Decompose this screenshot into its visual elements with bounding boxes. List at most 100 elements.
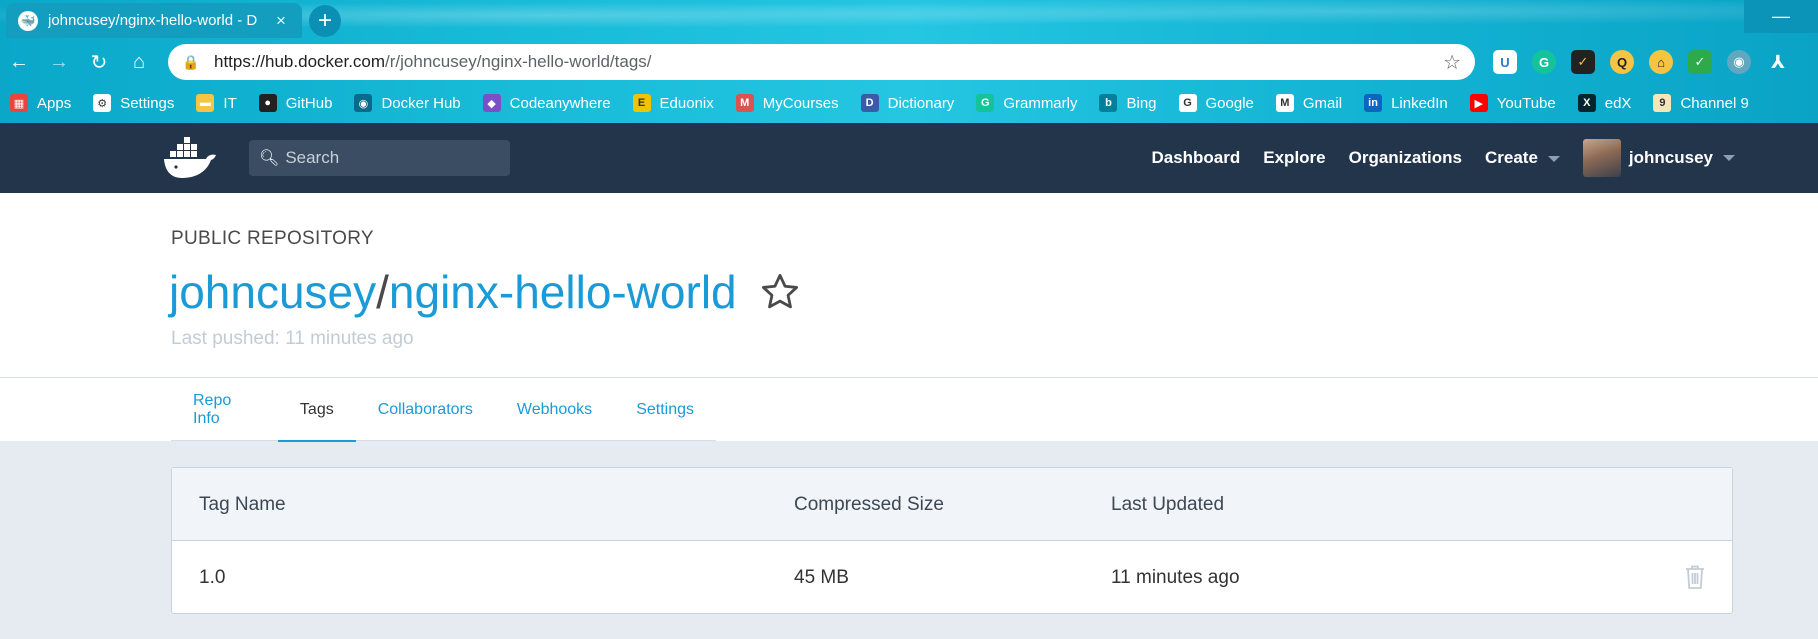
- bookmark-item[interactable]: ◉ Docker Hub: [354, 94, 461, 112]
- browser-tab-active[interactable]: 🐳 johncusey/nginx-hello-world - D ×: [6, 3, 302, 38]
- bing-icon: b: [1099, 94, 1118, 112]
- nav-organizations-link[interactable]: Organizations: [1349, 148, 1462, 168]
- bookmark-label: YouTube: [1496, 94, 1556, 112]
- bookmark-item[interactable]: G Google: [1178, 94, 1254, 112]
- tab-close-icon[interactable]: ×: [272, 11, 290, 31]
- star-icon[interactable]: [759, 271, 801, 313]
- repository-tabs-bar: Repo Info Tags Collaborators Webhooks Se…: [0, 378, 1818, 442]
- eduonix-icon: E: [632, 94, 651, 112]
- bookmark-item[interactable]: D Dictionary: [860, 94, 955, 112]
- gear-icon: ⚙: [93, 94, 112, 112]
- docker-favicon-icon: 🐳: [18, 10, 38, 31]
- search-icon: 🔍︎: [259, 150, 280, 167]
- chevron-down-icon: [1723, 155, 1735, 161]
- apps-grid-icon: ▦: [10, 94, 28, 112]
- search-input[interactable]: 🔍︎ Search: [249, 140, 510, 176]
- bookmark-label: LinkedIn: [1391, 94, 1448, 112]
- bookmark-item[interactable]: ▦ Apps: [10, 94, 71, 112]
- magnifier-extension-icon[interactable]: Q: [1610, 50, 1634, 74]
- bookmark-item[interactable]: b Bing: [1099, 94, 1157, 112]
- extension-u-icon[interactable]: U: [1493, 50, 1517, 74]
- home-icon[interactable]: ⌂: [125, 48, 153, 76]
- table-header-row: Tag Name Compressed Size Last Updated: [172, 468, 1732, 541]
- tab-title: johncusey/nginx-hello-world - D: [48, 12, 258, 29]
- bookmark-item[interactable]: ▬ IT: [196, 94, 237, 112]
- repository-visibility-label: PUBLIC REPOSITORY: [171, 228, 374, 249]
- avatar: [1582, 139, 1621, 177]
- repo-name-separator: /: [376, 266, 389, 318]
- tab-collaborators[interactable]: Collaborators: [356, 378, 495, 441]
- docker-icon: ◉: [354, 94, 373, 112]
- bookmark-label: Settings: [120, 94, 175, 112]
- tag-name-cell: 1.0: [199, 566, 226, 588]
- username-label: johncusey: [1628, 148, 1713, 167]
- bookmark-item[interactable]: M Gmail: [1275, 94, 1342, 112]
- tab-settings[interactable]: Settings: [614, 378, 716, 441]
- youtube-icon: ▶: [1469, 94, 1488, 112]
- bookmark-item[interactable]: in LinkedIn: [1364, 94, 1448, 112]
- channel9-icon: 9: [1653, 94, 1672, 112]
- nav-create-dropdown[interactable]: Create: [1485, 148, 1560, 168]
- todo-extension-icon[interactable]: ✓: [1571, 50, 1595, 74]
- bookmark-item[interactable]: ▶ YouTube: [1469, 94, 1556, 112]
- tab-tags[interactable]: Tags: [277, 378, 356, 442]
- tab-webhooks[interactable]: Webhooks: [495, 378, 614, 441]
- url-path: /r/johncusey/nginx-hello-world/tags/: [385, 52, 652, 71]
- pdf-extension-icon[interactable]: ⅄: [1766, 50, 1790, 74]
- linkedin-icon: in: [1364, 94, 1383, 112]
- column-header-compressed-size: Compressed Size: [794, 493, 944, 515]
- cube-icon: ◆: [482, 94, 501, 112]
- home-extension-icon[interactable]: ⌂: [1649, 50, 1673, 74]
- bookmark-star-icon[interactable]: ☆: [1443, 50, 1461, 75]
- forward-arrow-icon[interactable]: →: [45, 48, 73, 76]
- bookmark-label: Dictionary: [887, 94, 955, 112]
- github-extension-icon[interactable]: ◉: [1727, 50, 1751, 74]
- page-title: johncusey / nginx-hello-world: [169, 265, 801, 319]
- column-header-tag-name: Tag Name: [199, 493, 286, 515]
- nav-create-label: Create: [1484, 148, 1538, 167]
- trash-icon[interactable]: [1684, 564, 1706, 590]
- grammarly-extension-icon[interactable]: G: [1532, 50, 1556, 74]
- compressed-size-cell: 45 MB: [794, 566, 849, 588]
- bookmark-label: Google: [1205, 94, 1254, 112]
- repository-tabs: Repo Info Tags Collaborators Webhooks Se…: [171, 378, 716, 442]
- nav-dashboard-link[interactable]: Dashboard: [1151, 148, 1240, 168]
- last-updated-cell: 11 minutes ago: [1111, 566, 1240, 588]
- bookmark-label: Docker Hub: [381, 94, 461, 112]
- google-icon: G: [1178, 94, 1197, 112]
- bookmark-item[interactable]: XedX: [1577, 94, 1631, 112]
- bookmark-item[interactable]: ● GitHub: [258, 94, 333, 112]
- bookmark-item[interactable]: ⚙ Settings: [93, 94, 174, 112]
- bookmark-item[interactable]: G Grammarly: [976, 94, 1077, 112]
- bookmark-label: Channel 9: [1680, 94, 1749, 112]
- tags-table: Tag Name Compressed Size Last Updated 1.…: [171, 467, 1733, 614]
- browser-toolbar: ← → ↻ ⌂ 🔒 https://hub.docker.com /r/john…: [0, 40, 1818, 84]
- docker-whale-logo-icon[interactable]: [162, 137, 220, 179]
- bookmarks-bar: ▦ Apps ⚙ Settings ▬ IT ● GitHub ◉ Docker Hub ◆ Code…: [0, 87, 1818, 119]
- search-placeholder: Search: [285, 148, 340, 167]
- bookmark-item[interactable]: M MyCourses: [735, 94, 839, 112]
- bookmark-label: Bing: [1126, 94, 1157, 112]
- bookmark-label: GitHub: [285, 94, 333, 112]
- back-arrow-icon[interactable]: ←: [5, 48, 33, 76]
- new-tab-button[interactable]: +: [309, 5, 341, 37]
- bookmark-label: Codeanywhere: [509, 94, 611, 112]
- address-bar[interactable]: 🔒 https://hub.docker.com /r/johncusey/ng…: [168, 44, 1475, 80]
- tab-repo-info[interactable]: Repo Info: [171, 378, 278, 441]
- bookmark-label: Apps: [37, 94, 72, 112]
- check-extension-icon[interactable]: ✓: [1688, 50, 1712, 74]
- user-menu-dropdown[interactable]: johncusey: [1582, 139, 1735, 177]
- repo-owner-link[interactable]: johncusey: [169, 265, 376, 319]
- dictionary-icon: D: [860, 94, 879, 112]
- url-host: https://hub.docker.com: [214, 52, 386, 71]
- bookmark-item[interactable]: E Eduonix: [632, 94, 714, 112]
- bookmark-item[interactable]: ◆ Codeanywhere: [482, 94, 611, 112]
- minimize-window-button[interactable]: —: [1744, 0, 1818, 33]
- bookmark-item[interactable]: 9 Channel 9: [1653, 94, 1749, 112]
- bookmark-label: Eduonix: [659, 94, 714, 112]
- mycourses-icon: M: [735, 94, 754, 112]
- github-icon: ●: [258, 94, 277, 112]
- nav-explore-link[interactable]: Explore: [1263, 148, 1325, 168]
- repo-name-link[interactable]: nginx-hello-world: [389, 265, 737, 319]
- reload-icon[interactable]: ↻: [85, 48, 113, 76]
